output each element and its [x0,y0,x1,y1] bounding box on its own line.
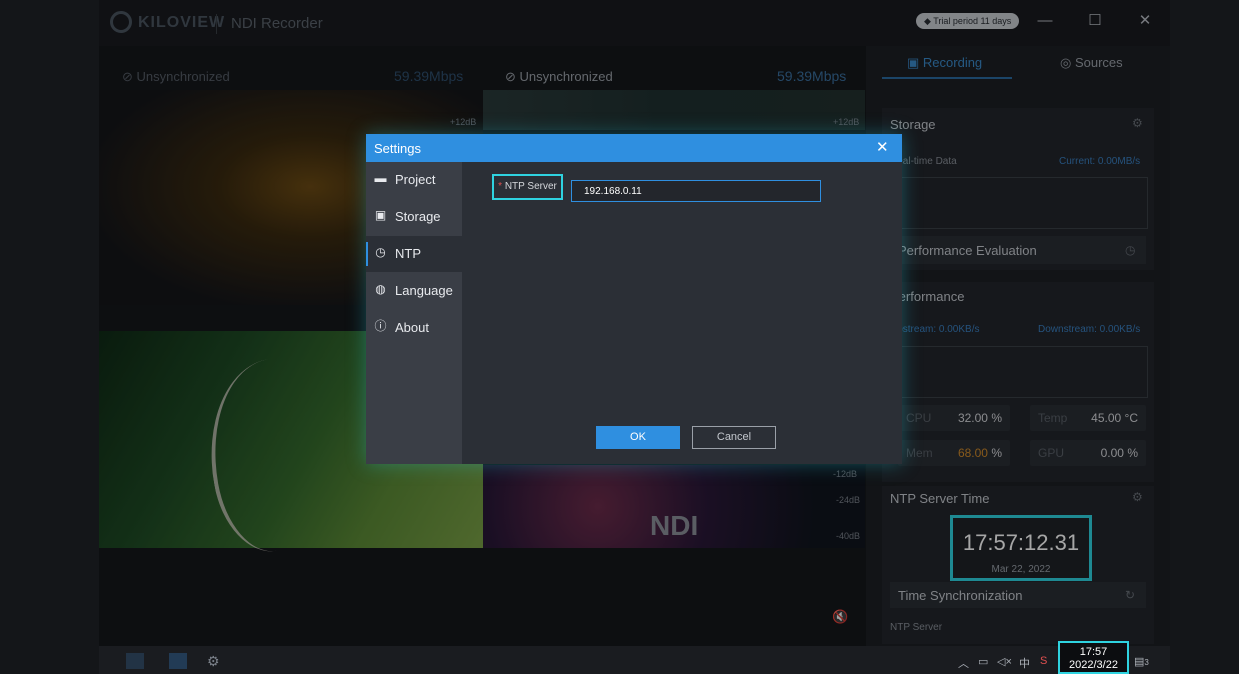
taskbar-app-icon[interactable] [126,653,144,669]
dialog-title-bar: Settings ✕ [366,134,902,162]
close-icon[interactable]: ✕ [876,138,889,156]
nav-item-language[interactable]: ◍ Language [366,273,462,309]
clock-time: 17:57 [1079,646,1108,658]
ntp-server-field-label: * NTP Server [492,174,563,200]
nav-item-storage[interactable]: ▣ Storage [366,199,462,235]
taskbar-app-icon[interactable] [169,653,187,669]
settings-nav: ▬ Project ▣ Storage ◷ NTP ◍ Language ⓘ A… [366,162,462,464]
ntp-server-input[interactable]: 192.168.0.11 [571,180,821,202]
info-icon: ⓘ [374,319,387,333]
dialog-title: Settings [374,141,421,156]
nav-label: About [395,320,429,335]
nav-item-project[interactable]: ▬ Project [366,162,462,198]
taskbar-clock[interactable]: 17:57 2022/3/22 [1058,641,1129,674]
storage-icon: ▣ [374,208,387,222]
nav-label: Storage [395,209,441,224]
ime-indicator[interactable]: 中 [1019,655,1030,671]
chevron-up-icon[interactable]: ︿ [958,655,969,671]
notification-icon[interactable]: ▤3 [1134,655,1149,668]
gear-icon[interactable]: ⚙ [207,653,220,670]
nav-item-ntp[interactable]: ◷ NTP [366,236,462,272]
nav-label: Project [395,172,436,187]
folder-icon: ▬ [374,171,387,185]
clock-date: 2022/3/22 [1069,659,1118,671]
globe-icon: ◍ [375,282,386,296]
network-icon[interactable]: ▭ [978,655,988,668]
required-mark: * [498,181,503,192]
nav-label: Language [395,283,453,298]
nav-item-about[interactable]: ⓘ About [366,310,462,346]
notification-count: 3 [1144,658,1149,667]
clock-icon: ◷ [375,245,386,259]
cancel-button[interactable]: Cancel [692,426,776,449]
volume-mute-icon[interactable]: ◁× [997,655,1012,668]
nav-label: NTP [395,246,421,261]
sogou-icon[interactable]: S [1040,655,1047,667]
ok-button[interactable]: OK [596,426,680,449]
settings-dialog: Settings ✕ ▬ Project ▣ Storage ◷ NTP ◍ L… [366,134,902,464]
